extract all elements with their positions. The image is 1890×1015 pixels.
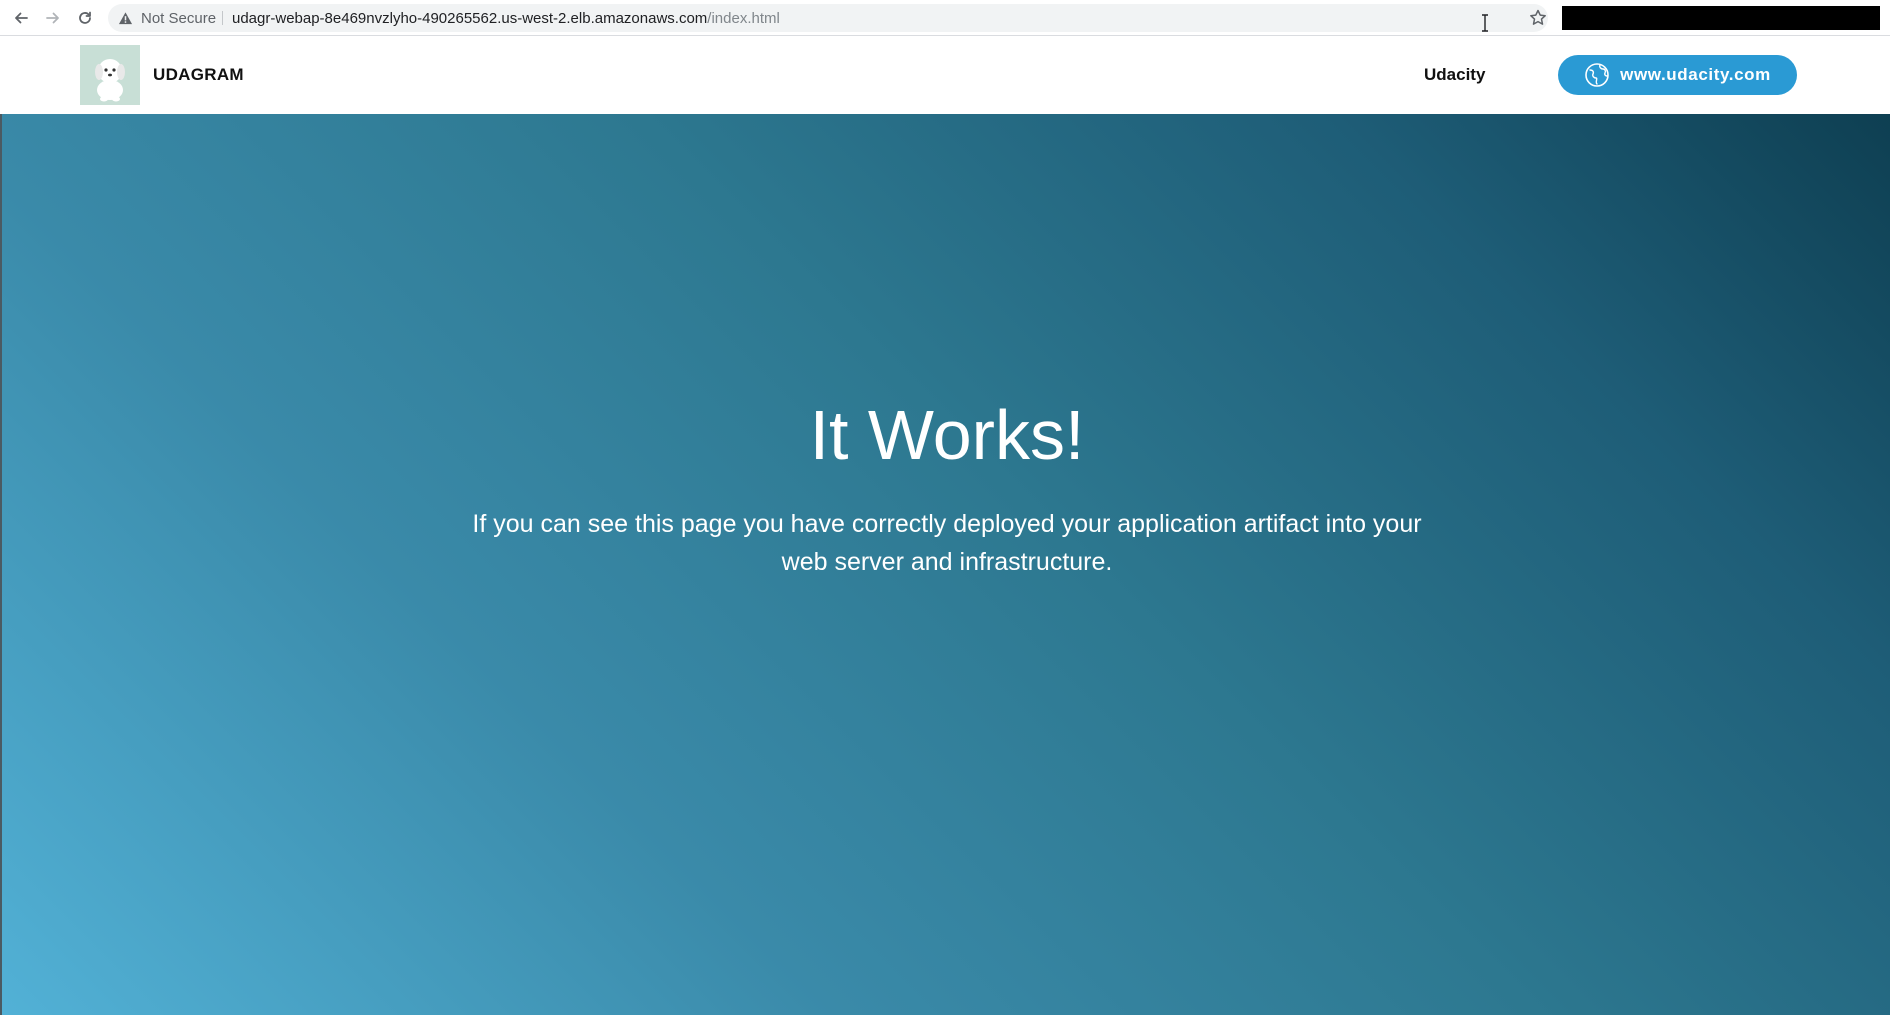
security-label: Not Secure xyxy=(141,9,217,27)
browser-toolbar: Not Secure udagr-webap-8e469nvzlyho-4902… xyxy=(0,0,1890,36)
hero-section: It Works! If you can see this page you h… xyxy=(0,114,1890,1015)
warning-icon xyxy=(118,11,133,24)
udacity-site-button[interactable]: www.udacity.com xyxy=(1558,55,1797,95)
back-arrow-icon[interactable] xyxy=(10,7,32,29)
nav-link-udacity[interactable]: Udacity xyxy=(1424,36,1485,114)
globe-icon xyxy=(1585,63,1609,87)
url-text[interactable]: udagr-webap-8e469nvzlyho-490265562.us-we… xyxy=(232,4,780,32)
forward-arrow-icon[interactable] xyxy=(42,7,64,29)
address-bar[interactable]: Not Secure udagr-webap-8e469nvzlyho-4902… xyxy=(108,4,1548,32)
dog-logo-icon[interactable] xyxy=(80,45,140,105)
url-path: /index.html xyxy=(707,9,780,27)
security-indicator[interactable]: Not Secure xyxy=(118,4,216,32)
site-header: UDAGRAM Udacity www.udacity.com xyxy=(0,36,1890,114)
site-button-label: www.udacity.com xyxy=(1620,65,1771,84)
star-icon[interactable] xyxy=(1528,8,1548,28)
reload-icon[interactable] xyxy=(74,7,96,29)
text-cursor-icon xyxy=(1482,14,1488,32)
divider xyxy=(222,11,223,25)
brand-name[interactable]: UDAGRAM xyxy=(153,36,244,114)
redacted-area xyxy=(1562,6,1880,30)
url-host: udagr-webap-8e469nvzlyho-490265562.us-we… xyxy=(232,9,708,27)
hero-title: It Works! xyxy=(809,396,1085,474)
hero-text: If you can see this page you have correc… xyxy=(472,510,1422,576)
